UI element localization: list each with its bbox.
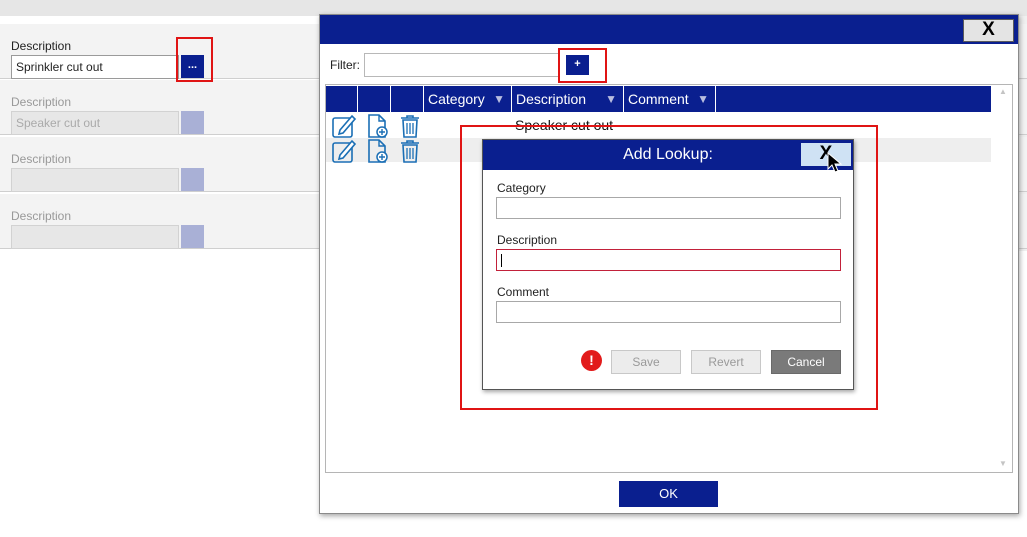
column-header-category: Category <box>428 91 485 107</box>
column-header-description: Description <box>516 91 587 107</box>
grid-column-new <box>358 86 391 112</box>
grid-column-description[interactable]: Description ▼ <box>512 86 624 112</box>
description-input <box>11 168 179 192</box>
dialog-close-button[interactable]: X <box>963 19 1014 42</box>
browse-lookup-button <box>181 168 204 191</box>
grid-column-category[interactable]: Category ▼ <box>424 86 512 112</box>
filter-icon[interactable]: ▼ <box>493 86 505 112</box>
highlight-box-add <box>558 48 607 83</box>
description-input[interactable]: Sprinkler cut out <box>11 55 179 79</box>
browse-lookup-button <box>181 225 204 248</box>
grid-header: Category ▼ Description ▼ Comment ▼ <box>326 86 991 112</box>
trash-icon[interactable] <box>397 138 423 164</box>
description-input: Speaker cut out <box>11 111 179 135</box>
highlight-box-browse <box>176 37 213 82</box>
grid-scrollbar[interactable]: ▲ ▼ <box>993 85 1012 472</box>
grid-column-delete <box>391 86 424 112</box>
highlight-box-popup <box>460 125 878 410</box>
column-header-comment: Comment <box>628 91 689 107</box>
scroll-down-icon[interactable]: ▼ <box>999 459 1007 468</box>
grid-column-comment[interactable]: Comment ▼ <box>624 86 716 112</box>
ok-button[interactable]: OK <box>619 481 718 507</box>
description-label: Description <box>11 152 72 166</box>
new-document-icon[interactable] <box>364 138 390 164</box>
description-input <box>11 225 179 249</box>
filter-icon[interactable]: ▼ <box>605 86 617 112</box>
grid-column-edit <box>326 86 358 112</box>
trash-icon[interactable] <box>397 113 423 139</box>
edit-icon[interactable] <box>331 113 357 139</box>
filter-label: Filter: <box>330 58 360 72</box>
filter-icon[interactable]: ▼ <box>697 86 709 112</box>
dialog-titlebar <box>320 15 1018 44</box>
browse-lookup-button <box>181 111 204 134</box>
new-document-icon[interactable] <box>364 113 390 139</box>
description-label: Description <box>11 39 72 53</box>
filter-input[interactable] <box>364 53 560 77</box>
description-label: Description <box>11 95 72 109</box>
scroll-up-icon[interactable]: ▲ <box>999 87 1007 96</box>
description-label: Description <box>11 209 72 223</box>
edit-icon[interactable] <box>331 138 357 164</box>
